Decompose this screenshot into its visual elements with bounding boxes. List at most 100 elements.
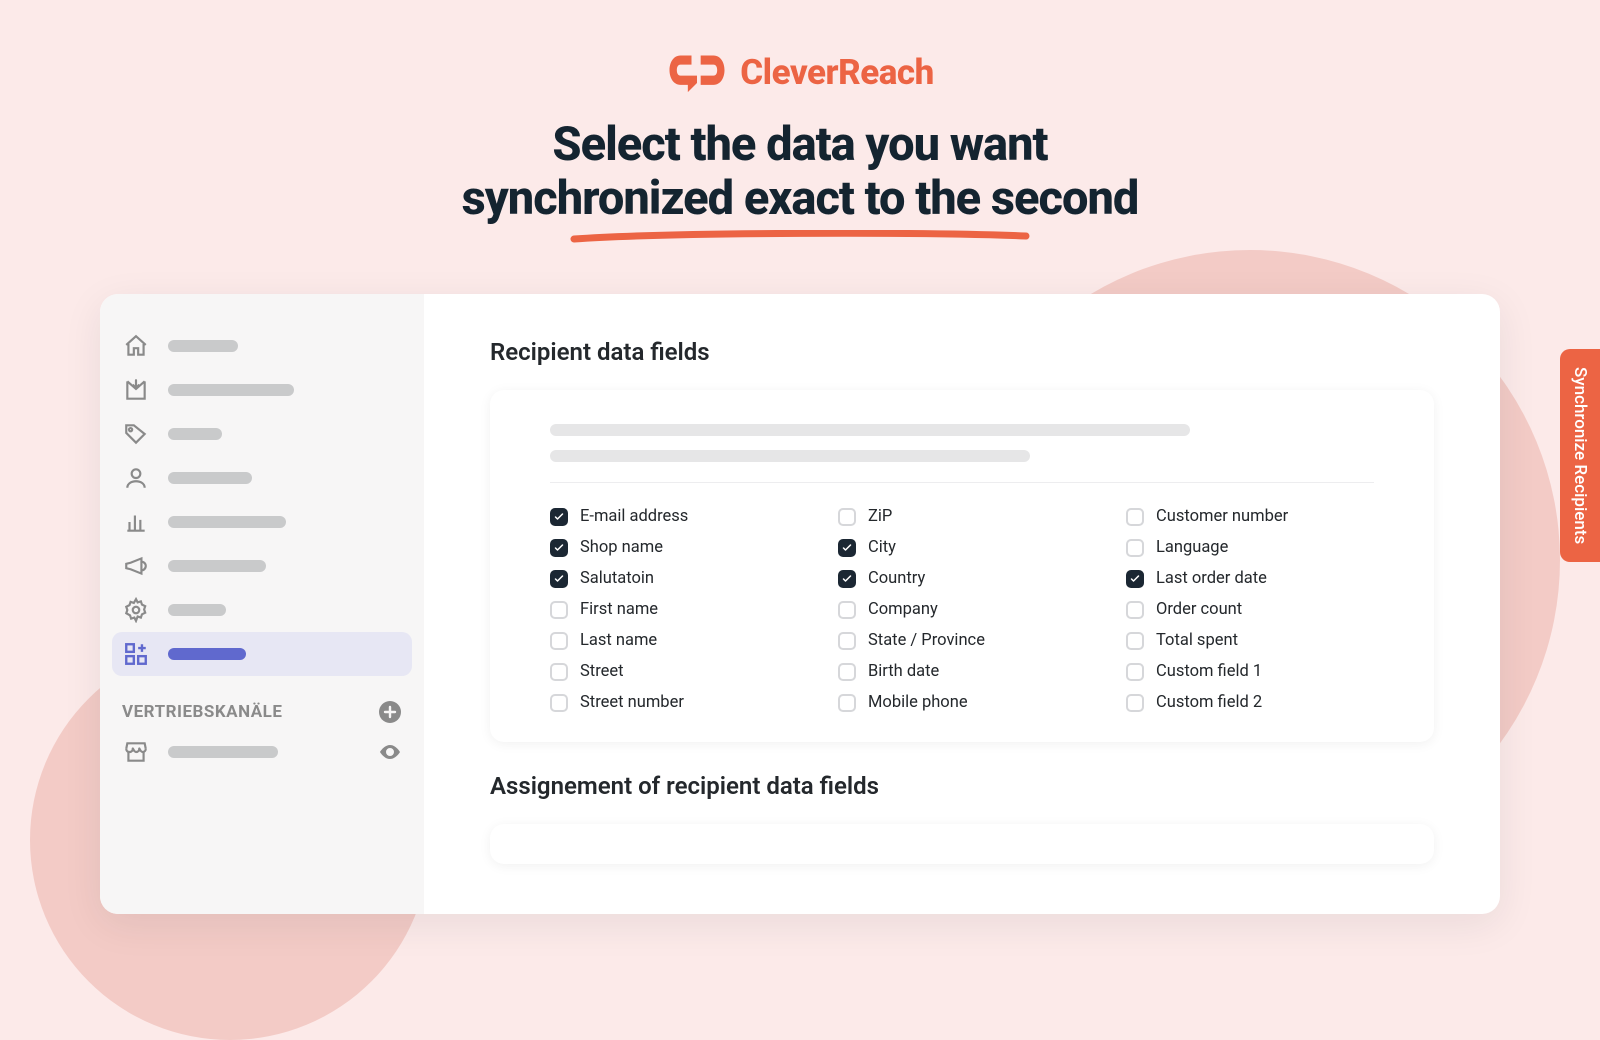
checkbox-label: Street bbox=[580, 662, 624, 681]
checkbox-label: Order count bbox=[1156, 600, 1242, 619]
checkbox-icon bbox=[550, 508, 568, 526]
channel-item[interactable] bbox=[112, 730, 412, 774]
checkbox-label: E-mail address bbox=[580, 507, 688, 526]
checkbox-label: ZiP bbox=[868, 507, 892, 526]
field-checkbox[interactable]: Language bbox=[1126, 538, 1374, 557]
field-checkbox[interactable]: First name bbox=[550, 600, 798, 619]
checkbox-label: Street number bbox=[580, 693, 684, 712]
home-icon bbox=[122, 332, 150, 360]
field-checkbox[interactable]: Custom field 1 bbox=[1126, 662, 1374, 681]
apps-icon bbox=[122, 640, 150, 668]
checkbox-icon bbox=[1126, 601, 1144, 619]
checkbox-icon bbox=[1126, 632, 1144, 650]
field-checkbox[interactable]: Last name bbox=[550, 631, 798, 650]
checkbox-label: Language bbox=[1156, 538, 1228, 557]
checkbox-icon bbox=[550, 663, 568, 681]
eye-icon[interactable] bbox=[378, 740, 402, 764]
sidebar-item[interactable] bbox=[112, 500, 412, 544]
storefront-icon bbox=[122, 738, 150, 766]
recipient-fields-card: E-mail address ZiP Customer number Shop nam… bbox=[490, 390, 1434, 742]
checkbox-grid: E-mail address ZiP Customer number Shop nam… bbox=[550, 507, 1374, 712]
sidebar: VERTRIEBSKANÄLE bbox=[100, 294, 424, 914]
checkbox-icon bbox=[838, 539, 856, 557]
sidebar-item[interactable] bbox=[112, 324, 412, 368]
section-title-assignment: Assignement of recipient data fields bbox=[490, 772, 1434, 800]
sidebar-item[interactable] bbox=[112, 588, 412, 632]
brand-logo: CleverReach bbox=[666, 50, 934, 94]
checkbox-label: Country bbox=[868, 569, 925, 588]
field-checkbox[interactable]: Last order date bbox=[1126, 569, 1374, 588]
placeholder-line bbox=[550, 424, 1190, 436]
field-checkbox[interactable]: Birth date bbox=[838, 662, 1086, 681]
checkbox-icon bbox=[550, 539, 568, 557]
checkbox-label: Shop name bbox=[580, 538, 663, 557]
channels-label: VERTRIEBSKANÄLE bbox=[122, 702, 282, 722]
headline-highlight: exact to the second bbox=[744, 171, 1139, 226]
checkbox-label: Company bbox=[868, 600, 938, 619]
field-checkbox[interactable]: Street number bbox=[550, 693, 798, 712]
app-frame: VERTRIEBSKANÄLE Recipient data fields E-… bbox=[100, 294, 1500, 914]
checkbox-label: Salutatoin bbox=[580, 569, 654, 588]
page-header: CleverReach Select the data you want syn… bbox=[0, 0, 1600, 264]
field-checkbox[interactable]: Salutatoin bbox=[550, 569, 798, 588]
field-checkbox[interactable]: Mobile phone bbox=[838, 693, 1086, 712]
headline-line1: Select the data you want bbox=[552, 117, 1047, 172]
brand-name: CleverReach bbox=[740, 52, 934, 93]
checkbox-label: Birth date bbox=[868, 662, 939, 681]
gear-icon bbox=[122, 596, 150, 624]
checkbox-icon bbox=[1126, 570, 1144, 588]
sidebar-item[interactable] bbox=[112, 632, 412, 676]
headline-underline-icon bbox=[570, 230, 1030, 244]
checkbox-label: Last name bbox=[580, 631, 657, 650]
checkbox-icon bbox=[550, 694, 568, 712]
checkbox-icon bbox=[550, 570, 568, 588]
checkbox-icon bbox=[838, 694, 856, 712]
sidebar-item-label-placeholder bbox=[168, 384, 294, 396]
field-checkbox[interactable]: Shop name bbox=[550, 538, 798, 557]
sidebar-item[interactable] bbox=[112, 544, 412, 588]
checkbox-icon bbox=[550, 632, 568, 650]
headline: Select the data you want synchronized ex… bbox=[350, 118, 1250, 226]
divider bbox=[550, 482, 1374, 483]
sidebar-item-label-placeholder bbox=[168, 340, 238, 352]
field-checkbox[interactable]: Customer number bbox=[1126, 507, 1374, 526]
channel-item-label-placeholder bbox=[168, 746, 278, 758]
sidebar-item[interactable] bbox=[112, 368, 412, 412]
sidebar-item-label-placeholder bbox=[168, 648, 246, 660]
sidebar-item[interactable] bbox=[112, 456, 412, 500]
synchronize-recipients-button[interactable]: Synchronize Recipients bbox=[1560, 349, 1600, 562]
inbox-icon bbox=[122, 376, 150, 404]
checkbox-label: Custom field 2 bbox=[1156, 693, 1262, 712]
add-channel-button[interactable] bbox=[378, 700, 402, 724]
user-icon bbox=[122, 464, 150, 492]
field-checkbox[interactable]: Company bbox=[838, 600, 1086, 619]
headline-line2-prefix: synchronized bbox=[462, 171, 744, 226]
field-checkbox[interactable]: E-mail address bbox=[550, 507, 798, 526]
checkbox-label: First name bbox=[580, 600, 658, 619]
field-checkbox[interactable]: City bbox=[838, 538, 1086, 557]
brand-logo-mark bbox=[666, 50, 728, 94]
field-checkbox[interactable]: Custom field 2 bbox=[1126, 693, 1374, 712]
section-title-recipient-fields: Recipient data fields bbox=[490, 338, 1434, 366]
checkbox-label: Total spent bbox=[1156, 631, 1238, 650]
field-checkbox[interactable]: Total spent bbox=[1126, 631, 1374, 650]
checkbox-icon bbox=[838, 508, 856, 526]
chart-icon bbox=[122, 508, 150, 536]
sidebar-item-label-placeholder bbox=[168, 516, 286, 528]
field-checkbox[interactable]: State / Province bbox=[838, 631, 1086, 650]
field-checkbox[interactable]: Order count bbox=[1126, 600, 1374, 619]
sidebar-item-label-placeholder bbox=[168, 604, 226, 616]
checkbox-label: Customer number bbox=[1156, 507, 1288, 526]
checkbox-icon bbox=[838, 632, 856, 650]
field-checkbox[interactable]: Country bbox=[838, 569, 1086, 588]
placeholder-line bbox=[550, 450, 1030, 462]
sidebar-section-header: VERTRIEBSKANÄLE bbox=[112, 676, 412, 730]
sidebar-item-label-placeholder bbox=[168, 472, 252, 484]
field-checkbox[interactable]: ZiP bbox=[838, 507, 1086, 526]
checkbox-icon bbox=[1126, 663, 1144, 681]
assignment-card bbox=[490, 824, 1434, 864]
megaphone-icon bbox=[122, 552, 150, 580]
field-checkbox[interactable]: Street bbox=[550, 662, 798, 681]
sidebar-item[interactable] bbox=[112, 412, 412, 456]
checkbox-icon bbox=[1126, 508, 1144, 526]
